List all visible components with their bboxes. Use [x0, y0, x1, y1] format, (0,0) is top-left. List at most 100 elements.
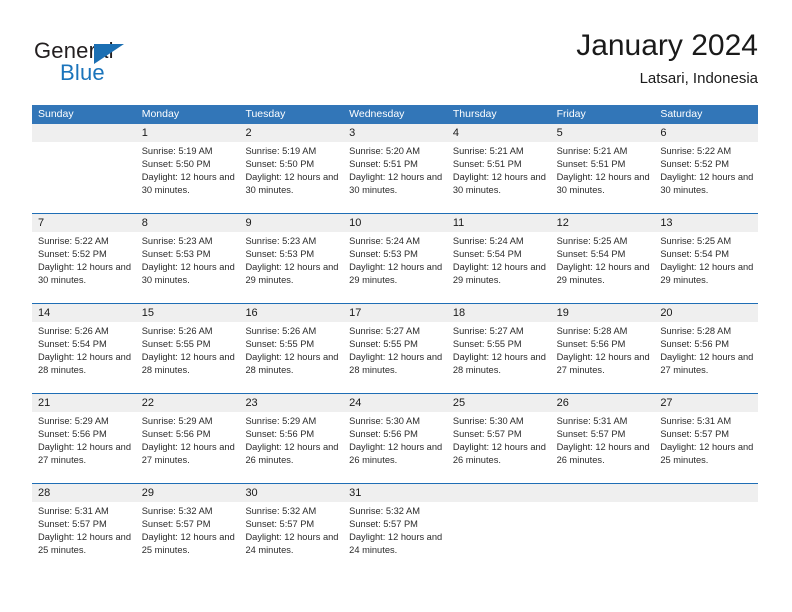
- day-cell[interactable]: Sunrise: 5:24 AM Sunset: 5:53 PM Daylight:…: [343, 232, 447, 303]
- day-number[interactable]: 28: [32, 484, 136, 502]
- sunset-text: Sunset: 5:53 PM: [349, 249, 418, 260]
- day-cell[interactable]: Sunrise: 5:24 AM Sunset: 5:54 PM Daylight:…: [447, 232, 551, 303]
- daylight-text: Daylight: 12 hours and 30 minutes.: [141, 262, 235, 286]
- day-cell[interactable]: Sunrise: 5:32 AM Sunset: 5:57 PM Daylight:…: [239, 502, 343, 573]
- sunrise-text: Sunrise: 5:22 AM: [38, 236, 109, 246]
- day-number[interactable]: 8: [136, 214, 240, 232]
- day-cell[interactable]: Sunrise: 5:27 AM Sunset: 5:55 PM Daylight:…: [447, 322, 551, 393]
- sunset-text: Sunset: 5:57 PM: [245, 519, 315, 530]
- day-cell[interactable]: Sunrise: 5:31 AM Sunset: 5:57 PM Daylight:…: [551, 412, 655, 483]
- sunset-text: Sunset: 5:55 PM: [245, 339, 315, 350]
- day-number[interactable]: 16: [239, 304, 343, 322]
- day-cell[interactable]: Sunrise: 5:31 AM Sunset: 5:57 PM Daylight:…: [654, 412, 758, 483]
- day-number[interactable]: 24: [343, 394, 447, 412]
- sunset-text: Sunset: 5:51 PM: [452, 159, 522, 170]
- day-cell[interactable]: Sunrise: 5:21 AM Sunset: 5:51 PM Daylight:…: [447, 142, 551, 213]
- day-number[interactable]: 11: [447, 214, 551, 232]
- day-cell[interactable]: Sunrise: 5:23 AM Sunset: 5:53 PM Daylight:…: [136, 232, 240, 303]
- day-cell[interactable]: Sunrise: 5:21 AM Sunset: 5:51 PM Daylight:…: [551, 142, 655, 213]
- daylight-text: Daylight: 12 hours and 26 minutes.: [245, 442, 339, 466]
- day-cell[interactable]: Sunrise: 5:25 AM Sunset: 5:54 PM Daylight:…: [551, 232, 655, 303]
- day-number[interactable]: 12: [551, 214, 655, 232]
- daylight-text: Daylight: 12 hours and 28 minutes.: [38, 352, 132, 376]
- day-number[interactable]: 17: [343, 304, 447, 322]
- day-cell[interactable]: Sunrise: 5:29 AM Sunset: 5:56 PM Daylight:…: [239, 412, 343, 483]
- day-number[interactable]: 30: [239, 484, 343, 502]
- day-cell[interactable]: Sunrise: 5:25 AM Sunset: 5:54 PM Daylight:…: [654, 232, 758, 303]
- day-number[interactable]: 5: [551, 124, 655, 142]
- day-number[interactable]: 14: [32, 304, 136, 322]
- day-number[interactable]: 4: [447, 124, 551, 142]
- day-number[interactable]: 22: [136, 394, 240, 412]
- daylight-text: Daylight: 12 hours and 29 minutes.: [660, 262, 754, 286]
- day-cell[interactable]: Sunrise: 5:23 AM Sunset: 5:53 PM Daylight:…: [239, 232, 343, 303]
- weeks-container: 1 2 3 4 5 6 Sunrise: 5:19 AM Sunset: 5:50 PM Day…: [32, 124, 758, 573]
- day-number[interactable]: 9: [239, 214, 343, 232]
- sunset-text: Sunset: 5:57 PM: [660, 429, 730, 440]
- daylight-text: Daylight: 12 hours and 24 minutes.: [349, 532, 443, 556]
- day-cell[interactable]: Sunrise: 5:20 AM Sunset: 5:51 PM Daylight:…: [343, 142, 447, 213]
- day-number[interactable]: 21: [32, 394, 136, 412]
- day-cell[interactable]: Sunrise: 5:19 AM Sunset: 5:50 PM Daylight:…: [239, 142, 343, 213]
- weekday-header-row: Sunday Monday Tuesday Wednesday Thursday…: [32, 105, 758, 124]
- weekday-header-sunday: Sunday: [38, 108, 74, 120]
- daylight-text: Daylight: 12 hours and 28 minutes.: [349, 352, 443, 376]
- day-cell[interactable]: Sunrise: 5:22 AM Sunset: 5:52 PM Daylight:…: [32, 232, 136, 303]
- day-number[interactable]: 31: [343, 484, 447, 502]
- daylight-text: Daylight: 12 hours and 30 minutes.: [660, 172, 754, 196]
- sunset-text: Sunset: 5:51 PM: [349, 159, 418, 170]
- day-cell[interactable]: Sunrise: 5:32 AM Sunset: 5:57 PM Daylight:…: [136, 502, 240, 573]
- weekday-header-friday: Friday: [556, 108, 586, 120]
- sunrise-text: Sunrise: 5:29 AM: [38, 416, 109, 426]
- day-number[interactable]: 27: [654, 394, 758, 412]
- sunset-text: Sunset: 5:57 PM: [452, 429, 522, 440]
- day-number[interactable]: 2: [239, 124, 343, 142]
- day-cell[interactable]: Sunrise: 5:27 AM Sunset: 5:55 PM Daylight:…: [343, 322, 447, 393]
- day-number[interactable]: 3: [343, 124, 447, 142]
- day-cell[interactable]: Sunrise: 5:31 AM Sunset: 5:57 PM Daylight:…: [32, 502, 136, 573]
- sunrise-text: Sunrise: 5:20 AM: [349, 146, 420, 156]
- sunrise-text: Sunrise: 5:21 AM: [556, 146, 628, 156]
- week-daynumber-band: 7 8 9 10 11 12 13: [32, 214, 758, 232]
- day-cell[interactable]: Sunrise: 5:26 AM Sunset: 5:55 PM Daylight:…: [136, 322, 240, 393]
- week-details-band: Sunrise: 5:29 AM Sunset: 5:56 PM Daylight:…: [32, 412, 758, 483]
- day-number[interactable]: 10: [343, 214, 447, 232]
- day-number[interactable]: 23: [239, 394, 343, 412]
- day-cell[interactable]: Sunrise: 5:32 AM Sunset: 5:57 PM Daylight:…: [343, 502, 447, 573]
- day-cell[interactable]: Sunrise: 5:30 AM Sunset: 5:57 PM Daylight:…: [447, 412, 551, 483]
- daylight-text: Daylight: 12 hours and 27 minutes.: [556, 352, 650, 376]
- day-number[interactable]: 19: [551, 304, 655, 322]
- day-number[interactable]: 26: [551, 394, 655, 412]
- sunset-text: Sunset: 5:53 PM: [141, 249, 211, 260]
- day-number[interactable]: 29: [136, 484, 240, 502]
- day-cell[interactable]: Sunrise: 5:26 AM Sunset: 5:55 PM Daylight:…: [239, 322, 343, 393]
- calendar-page: General Blue January 2024 Latsari, Indon…: [0, 0, 792, 612]
- sunrise-text: Sunrise: 5:19 AM: [245, 146, 317, 156]
- day-cell[interactable]: Sunrise: 5:29 AM Sunset: 5:56 PM Daylight:…: [32, 412, 136, 483]
- day-number[interactable]: 18: [447, 304, 551, 322]
- day-cell[interactable]: Sunrise: 5:19 AM Sunset: 5:50 PM Daylight:…: [136, 142, 240, 213]
- logo-text-blue: Blue: [60, 60, 105, 85]
- day-number[interactable]: 15: [136, 304, 240, 322]
- sunset-text: Sunset: 5:56 PM: [349, 429, 418, 440]
- sunset-text: Sunset: 5:56 PM: [556, 339, 626, 350]
- day-cell[interactable]: Sunrise: 5:28 AM Sunset: 5:56 PM Daylight:…: [654, 322, 758, 393]
- day-cell[interactable]: Sunrise: 5:28 AM Sunset: 5:56 PM Daylight:…: [551, 322, 655, 393]
- daylight-text: Daylight: 12 hours and 28 minutes.: [141, 352, 235, 376]
- day-cell[interactable]: Sunrise: 5:29 AM Sunset: 5:56 PM Daylight:…: [136, 412, 240, 483]
- day-number[interactable]: 25: [447, 394, 551, 412]
- calendar-week-row: 14 15 16 17 18 19 20 Sunrise: 5:26 AM Sunset: 5:…: [32, 303, 758, 393]
- calendar-week-row: 7 8 9 10 11 12 13 Sunrise: 5:22 AM Sunset: 5:52 …: [32, 213, 758, 303]
- generalblue-logo[interactable]: General Blue: [32, 34, 252, 94]
- day-number[interactable]: 6: [654, 124, 758, 142]
- calendar-week-row: 1 2 3 4 5 6 Sunrise: 5:19 AM Sunset: 5:50 PM Day…: [32, 124, 758, 213]
- day-cell[interactable]: Sunrise: 5:22 AM Sunset: 5:52 PM Daylight:…: [654, 142, 758, 213]
- day-number[interactable]: 13: [654, 214, 758, 232]
- day-cell[interactable]: Sunrise: 5:26 AM Sunset: 5:54 PM Daylight:…: [32, 322, 136, 393]
- day-number[interactable]: 20: [654, 304, 758, 322]
- day-number[interactable]: 7: [32, 214, 136, 232]
- day-number[interactable]: 1: [136, 124, 240, 142]
- day-cell[interactable]: Sunrise: 5:30 AM Sunset: 5:56 PM Daylight:…: [343, 412, 447, 483]
- sunrise-text: Sunrise: 5:23 AM: [245, 236, 317, 246]
- page-title: January 2024: [576, 29, 758, 62]
